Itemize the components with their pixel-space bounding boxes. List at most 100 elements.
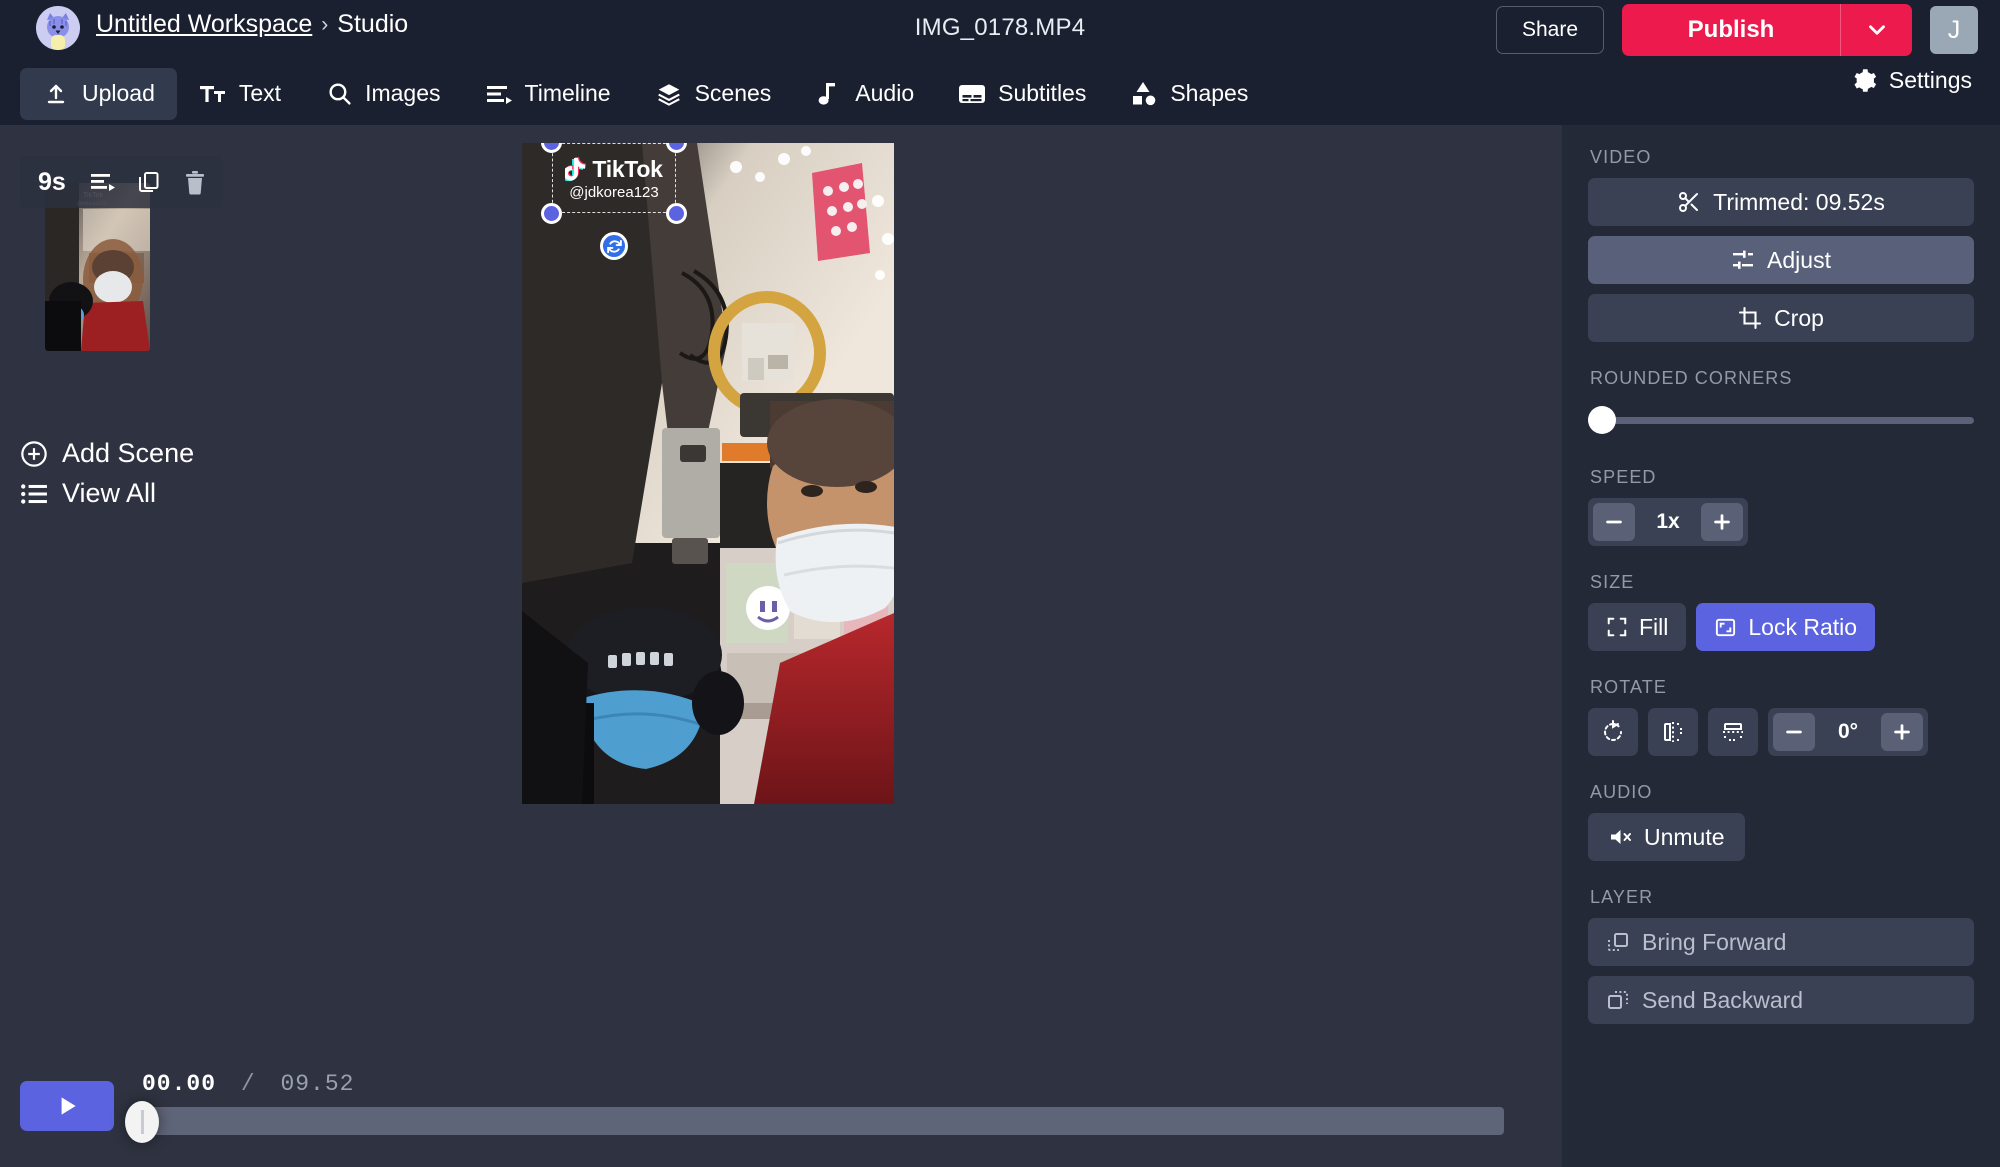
share-button[interactable]: Share [1496,6,1604,54]
nav-item-upload[interactable]: Upload [20,67,177,120]
editor-canvas[interactable]: TikTok @jdkorea123 [290,125,1562,1167]
unmute-button[interactable]: Unmute [1588,813,1745,861]
breadcrumb-workspace-link[interactable]: Untitled Workspace [96,10,312,39]
fill-label: Fill [1639,613,1669,640]
flip-horizontal-icon [1664,722,1682,742]
timeline-scrubber-track[interactable] [140,1107,1504,1135]
video-frame-image [522,143,894,804]
workspace-avatar[interactable] [36,6,80,50]
add-scene-button[interactable]: Add Scene [20,438,194,469]
speed-value: 1x [1656,510,1680,533]
flip-vertical-button[interactable] [1708,708,1758,756]
nav-item-timeline[interactable]: Timeline [463,68,633,120]
breadcrumb-section: Studio [337,10,409,38]
rotate-stepper: 0° [1768,708,1928,756]
slider-knob[interactable] [1588,406,1616,434]
rotate-label: ROTATE [1590,677,1667,697]
view-all-button[interactable]: View All [20,478,156,509]
rotate-increase-button[interactable] [1881,713,1923,751]
plus-icon [1714,514,1730,530]
publish-button[interactable]: Publish [1622,4,1840,56]
scene-delete-icon[interactable] [174,162,216,202]
shapes-icon [1130,80,1158,108]
watermark-selection[interactable]: TikTok @jdkorea123 [541,143,687,260]
send-backward-button[interactable]: Send Backward [1588,976,1974,1024]
crop-button[interactable]: Crop [1588,294,1974,342]
resize-handle-bottom-right[interactable] [666,203,687,224]
nav-item-audio[interactable]: Audio [793,68,936,120]
minus-icon [1786,730,1802,734]
search-icon [325,80,353,108]
list-icon [21,483,47,504]
timeline-scrubber-knob[interactable] [125,1101,159,1143]
trim-label: Trimmed: 09.52s [1713,188,1885,215]
rotate-decrease-button[interactable] [1773,713,1815,751]
user-avatar[interactable]: J [1930,6,1978,54]
publish-dropdown-button[interactable] [1840,4,1912,56]
page-title: IMG_0178.MP4 [914,14,1086,41]
lock-ratio-button[interactable]: Lock Ratio [1696,603,1876,651]
fill-expand-icon [1607,617,1627,637]
scene-thumbnail[interactable]: TikTok @jdkorea123 [45,183,150,351]
settings-button[interactable]: Settings [1850,67,1972,94]
tiktok-brand-label: TikTok [592,155,663,182]
nav-item-subtitles[interactable]: Subtitles [936,68,1108,120]
scene-duplicate-icon[interactable] [128,162,170,202]
scene-card[interactable]: 9s [20,143,222,351]
scene-timeline-icon[interactable] [82,162,124,202]
speed-decrease-button[interactable] [1593,503,1635,541]
current-time: 00.00 [142,1071,217,1097]
trim-button[interactable]: Trimmed: 09.52s [1588,178,1974,226]
bring-forward-icon [1608,933,1628,951]
video-preview[interactable]: TikTok @jdkorea123 [522,143,894,804]
music-note-icon [815,80,843,108]
speed-increase-button[interactable] [1701,503,1743,541]
rotate-icon [606,239,622,253]
nav-item-text[interactable]: Text [177,68,303,120]
nav-item-scenes[interactable]: Scenes [633,68,794,120]
lock-ratio-label: Lock Ratio [1748,613,1858,640]
layers-icon [655,80,683,108]
adjust-button[interactable]: Adjust [1588,236,1974,284]
tiktok-handle-label: @jdkorea123 [569,183,659,201]
fill-button[interactable]: Fill [1588,603,1687,651]
breadcrumb: Untitled Workspace › Studio [96,10,408,39]
flip-horizontal-button[interactable] [1648,708,1698,756]
top-bar-actions: Share Publish J [1496,4,1978,56]
nav-label-timeline: Timeline [524,80,611,106]
total-time: 09.52 [280,1071,355,1097]
video-section-label: VIDEO [1590,147,1652,167]
crop-label: Crop [1774,304,1824,331]
size-button-row: Fill Lock Ratio [1588,603,1974,651]
slider-track[interactable] [1602,416,1974,424]
lock-ratio-icon [1716,618,1736,636]
plus-icon [1894,724,1910,740]
studio-app: Untitled Workspace › Studio IMG_0178.MP4… [0,0,2000,1167]
playback-bar: 00.00 / 09.52 [0,1057,1562,1167]
nav-label-scenes: Scenes [694,80,772,106]
adjust-sliders-icon [1733,250,1754,269]
rotate-value: 0° [1837,720,1859,743]
flip-vertical-icon [1723,723,1743,741]
audio-label: AUDIO [1590,782,1653,802]
properties-panel: VIDEO Trimmed: 09.52s Adjust Crop ROUNDE… [1562,125,2000,1167]
bring-forward-button[interactable]: Bring Forward [1588,918,1974,966]
rotate-90-button[interactable] [1588,708,1638,756]
play-icon [61,1097,76,1115]
play-button[interactable] [20,1081,114,1131]
nav-item-images[interactable]: Images [303,68,462,120]
scene-duration-badge: 9s [38,167,66,196]
nav-label-images: Images [365,80,441,106]
nav-label-subtitles: Subtitles [998,80,1087,106]
rounded-corners-slider[interactable] [1588,399,1974,441]
nav-item-shapes[interactable]: Shapes [1108,68,1270,120]
time-separator: / [240,1071,256,1097]
rotate-handle[interactable] [600,232,628,260]
settings-label: Settings [1888,67,1972,93]
tiktok-logo-icon [565,157,587,181]
scene-thumbnail-image: TikTok @jdkorea123 [45,183,150,351]
tiktok-watermark: TikTok @jdkorea123 [552,143,676,213]
tool-nav: Upload Text Images Timeline Scenes Audio… [0,62,2000,125]
resize-handle-bottom-left[interactable] [541,203,562,224]
crop-icon [1739,306,1762,330]
